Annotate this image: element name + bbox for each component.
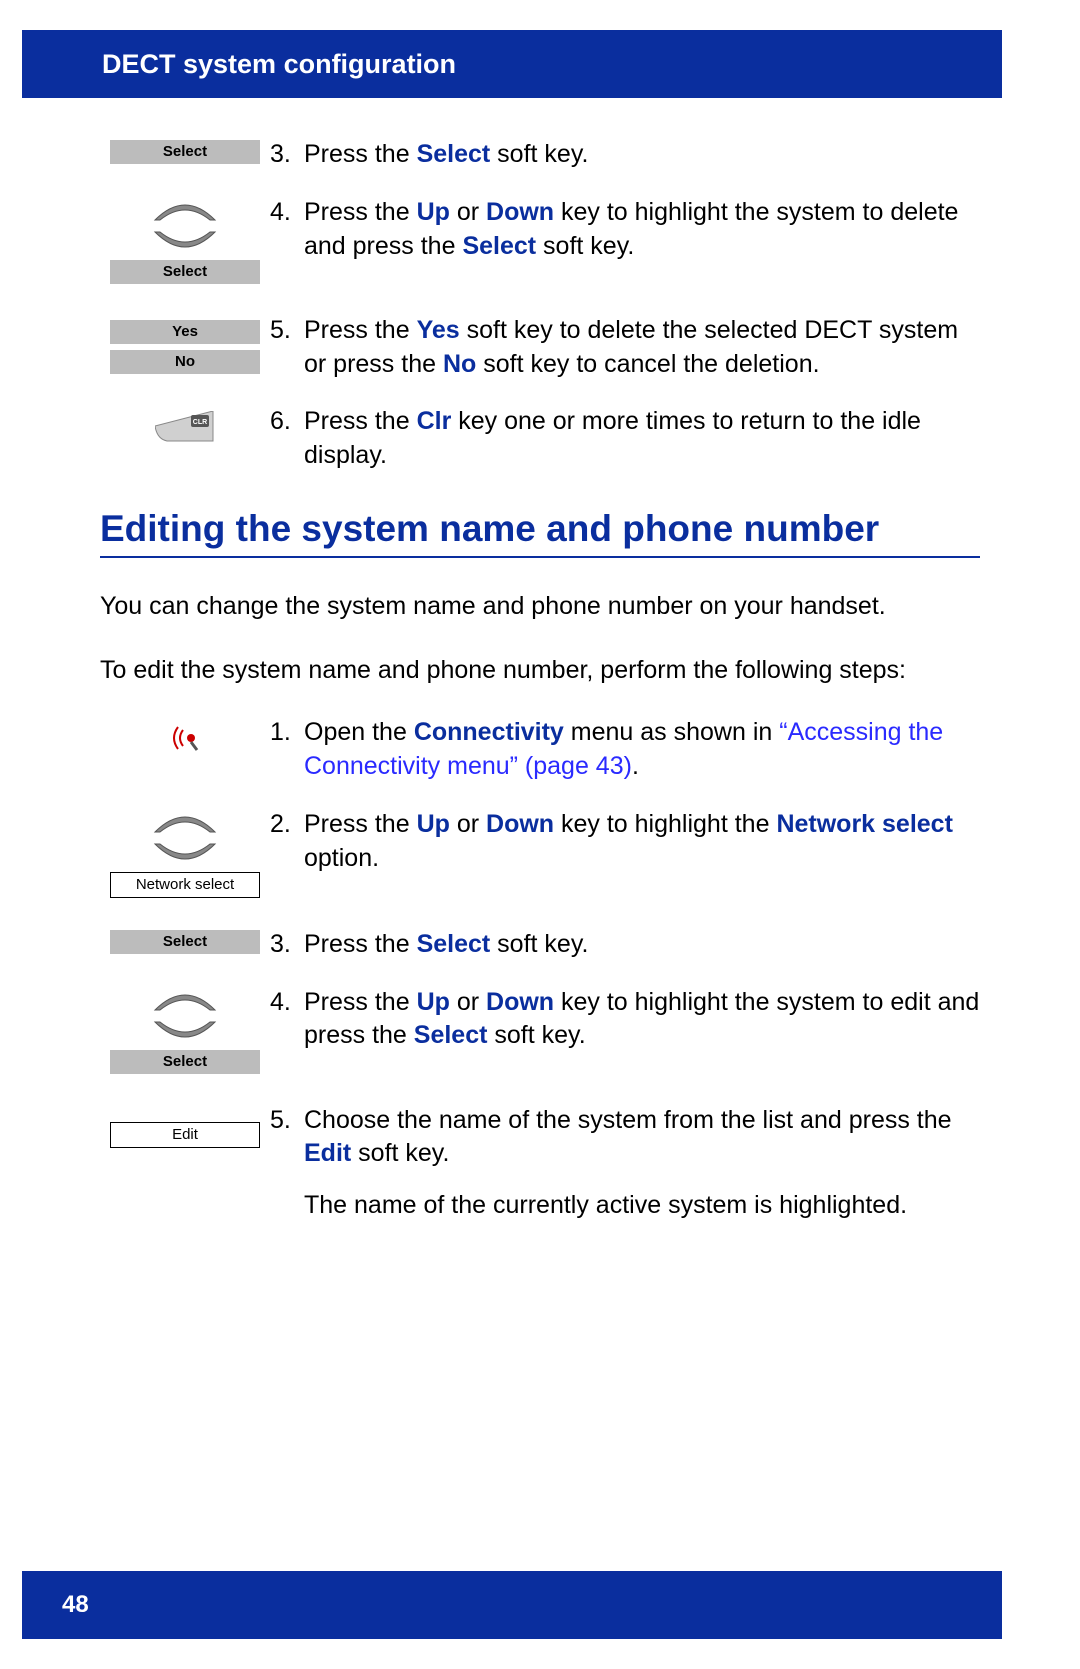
step4a-text: 4. Press the Up or Down key to highlight… bbox=[270, 196, 980, 264]
select-softkey-icon: Select bbox=[110, 260, 260, 284]
step2b-icon-col: Network select bbox=[100, 808, 270, 898]
step6a-text: 6. Press the Clr key one or more times t… bbox=[270, 405, 980, 473]
step-row-2b: Network select 2. Press the Up or Down k… bbox=[100, 808, 980, 898]
yes-softkey-icon: Yes bbox=[110, 320, 260, 344]
edit-softkey-icon: Edit bbox=[110, 1122, 260, 1148]
svg-text:CLR: CLR bbox=[193, 419, 207, 426]
intro-para-2: To edit the system name and phone number… bbox=[100, 652, 980, 688]
updown-icon bbox=[150, 988, 220, 1044]
step-row-3b: Select 3. Press the Select soft key. bbox=[100, 928, 980, 962]
step-row-5b: Edit 5. Choose the name of the system fr… bbox=[100, 1104, 980, 1223]
step1b-icon-col bbox=[100, 716, 270, 754]
step-row-4b: Select 4. Press the Up or Down key to hi… bbox=[100, 986, 980, 1074]
section-heading: Editing the system name and phone number bbox=[100, 508, 980, 558]
step-row-6a: CLR 6. Press the Clr key one or more tim… bbox=[100, 405, 980, 473]
step2b-text: 2. Press the Up or Down key to highlight… bbox=[270, 808, 980, 876]
step4b-icon-col: Select bbox=[100, 986, 270, 1074]
step5b-text: 5. Choose the name of the system from th… bbox=[270, 1104, 980, 1223]
step4b-text: 4. Press the Up or Down key to highlight… bbox=[270, 986, 980, 1054]
no-softkey-icon: No bbox=[110, 350, 260, 374]
header-bar: DECT system configuration bbox=[22, 30, 1002, 98]
step-row-5a: Yes No 5. Press the Yes soft key to dele… bbox=[100, 314, 980, 382]
step4a-icon-col: Select bbox=[100, 196, 270, 284]
select-softkey-icon: Select bbox=[110, 140, 260, 164]
step5b-icon-col: Edit bbox=[100, 1104, 270, 1148]
step3a-icon-col: Select bbox=[100, 138, 270, 164]
step1b-text: 1. Open the Connectivity menu as shown i… bbox=[270, 716, 980, 784]
intro-para-1: You can change the system name and phone… bbox=[100, 588, 980, 624]
step3b-text: 3. Press the Select soft key. bbox=[270, 928, 980, 962]
step5a-icon-col: Yes No bbox=[100, 314, 270, 374]
updown-icon bbox=[150, 198, 220, 254]
updown-icon bbox=[150, 810, 220, 866]
step6a-icon-col: CLR bbox=[100, 405, 270, 443]
clr-key-icon: CLR bbox=[155, 411, 215, 443]
connectivity-icon bbox=[167, 718, 203, 754]
select-softkey-icon: Select bbox=[110, 1050, 260, 1074]
step3a-text: 3. Press the Select soft key. bbox=[270, 138, 980, 172]
page-content: Select 3. Press the Select soft key. Sel… bbox=[0, 98, 1080, 1223]
step-row-1b: 1. Open the Connectivity menu as shown i… bbox=[100, 716, 980, 784]
step3b-icon-col: Select bbox=[100, 928, 270, 954]
header-title: DECT system configuration bbox=[102, 49, 456, 80]
select-softkey-icon: Select bbox=[110, 930, 260, 954]
step-row-3a: Select 3. Press the Select soft key. bbox=[100, 138, 980, 172]
page-number: 48 bbox=[62, 1591, 89, 1619]
step-row-4a: Select 4. Press the Up or Down key to hi… bbox=[100, 196, 980, 284]
footer-bar: 48 bbox=[22, 1571, 1002, 1639]
network-select-icon: Network select bbox=[110, 872, 260, 898]
step5a-text: 5. Press the Yes soft key to delete the … bbox=[270, 314, 980, 382]
